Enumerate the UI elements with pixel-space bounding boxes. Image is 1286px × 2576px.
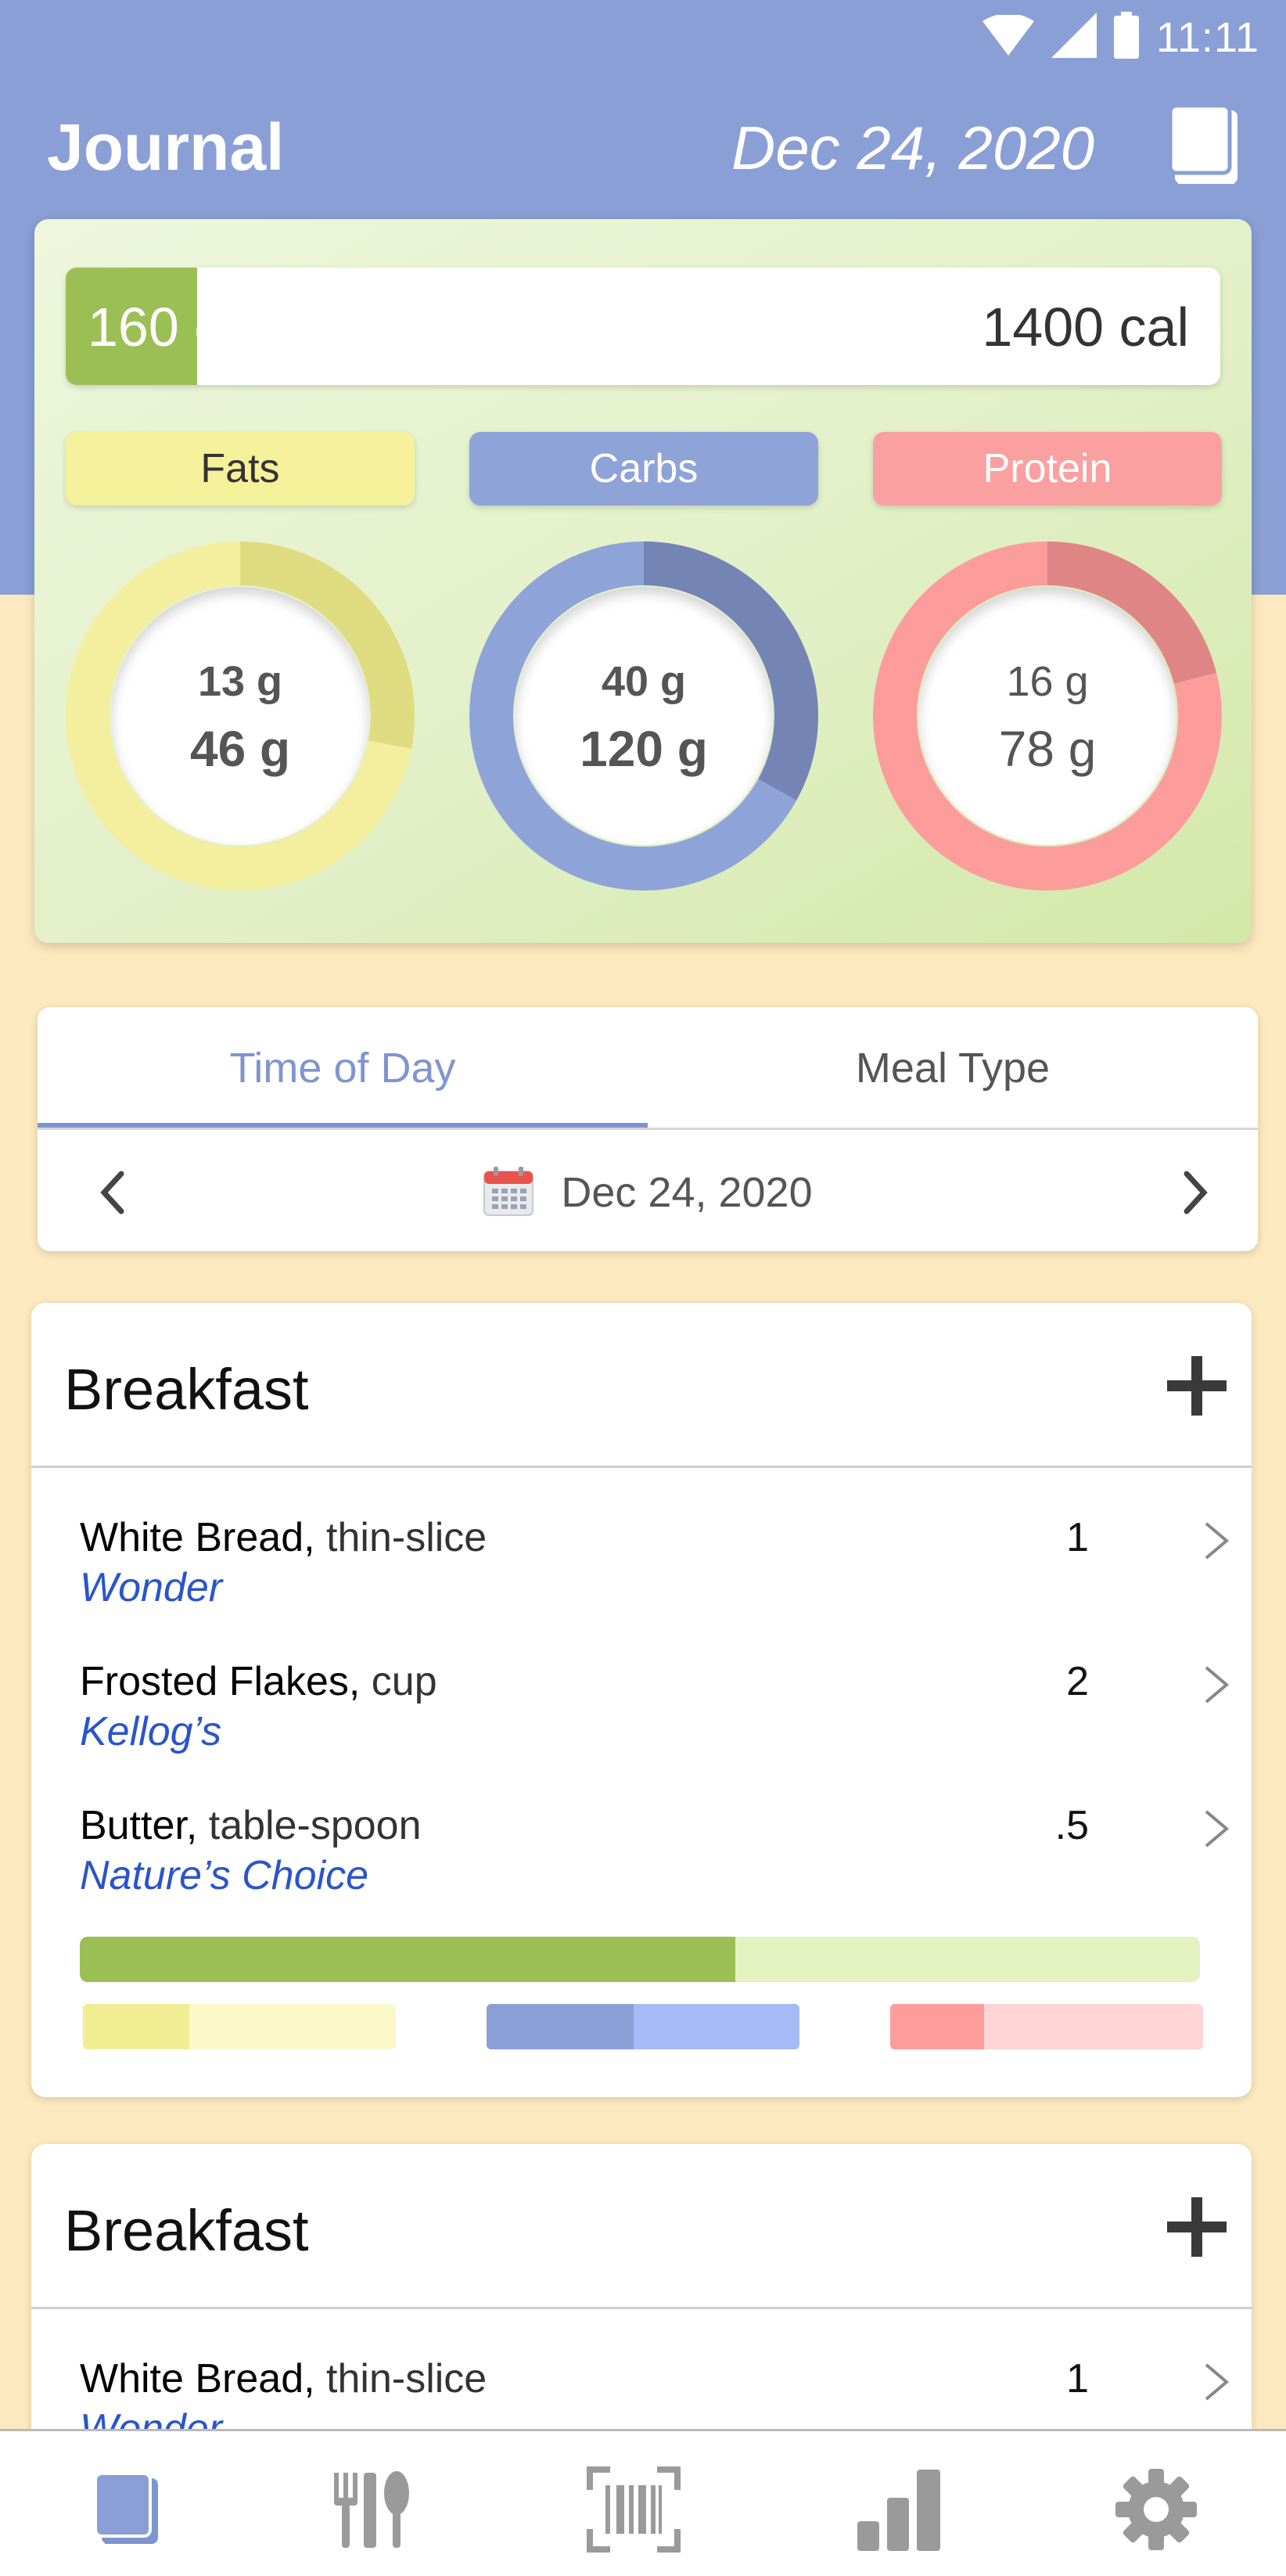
food-brand: Kellog’s xyxy=(80,1709,222,1754)
utensils-icon xyxy=(334,2471,409,2548)
ring-center xyxy=(111,587,369,845)
date-navigator: Dec 24, 2020 xyxy=(38,1149,1258,1236)
plus-icon xyxy=(1167,2197,1227,2257)
protein-goal: 78 g xyxy=(998,721,1097,777)
fats-ring: 13 g 46 g xyxy=(66,541,415,890)
food-brand: Wonder xyxy=(80,1565,223,1610)
chevron-right-icon[interactable] xyxy=(1202,2360,1233,2404)
meal-calorie-bar xyxy=(80,1937,1200,1982)
meal-fats-bar xyxy=(83,2004,396,2049)
selected-date[interactable]: Dec 24, 2020 xyxy=(561,1168,812,1217)
fats-goal: 46 g xyxy=(189,721,291,777)
food-name: White Bread, xyxy=(80,1515,315,1560)
calendar-icon[interactable] xyxy=(483,1165,534,1221)
nav-barcode[interactable] xyxy=(579,2463,688,2556)
meal-calorie-fill xyxy=(80,1937,735,1982)
food-unit: table-spoon xyxy=(208,1803,422,1848)
view-tabs-card: Time of Day Meal Type Dec 24, 2020 xyxy=(38,1007,1258,1251)
food-brand: Nature’s Choice xyxy=(80,1853,369,1898)
ring-center xyxy=(918,587,1176,845)
status-bar: 11:11 xyxy=(0,0,1286,74)
chevron-right-icon[interactable] xyxy=(1202,1519,1233,1563)
meal-carbs-bar xyxy=(487,2004,799,2049)
chevron-left-icon[interactable] xyxy=(69,1149,155,1236)
food-quantity: 2 xyxy=(1066,1659,1089,1704)
add-food-button[interactable] xyxy=(1158,1347,1236,1425)
food-unit: cup xyxy=(371,1659,437,1704)
food-quantity: 1 xyxy=(1066,1515,1089,1560)
meal-protein-bar xyxy=(890,2004,1203,2049)
nav-stats[interactable] xyxy=(845,2463,954,2556)
food-name-line: White Bread, thin-slice xyxy=(80,1514,487,1561)
battery-icon xyxy=(1113,12,1139,63)
calories-consumed: 160 cal xyxy=(88,297,264,358)
plus-icon xyxy=(1167,1356,1227,1416)
barcode-scan-icon xyxy=(587,2466,681,2553)
carbs-consumed: 40 g xyxy=(601,658,687,705)
app-header: Journal Dec 24, 2020 xyxy=(0,102,1286,203)
bar-chart-icon xyxy=(857,2470,940,2551)
meal-card: Breakfast White Bread, thin-slice Wonder… xyxy=(31,1303,1252,2097)
calorie-progress-bar: 160 cal 1400 cal xyxy=(66,268,1220,385)
meal-title: Breakfast xyxy=(64,1357,309,1422)
food-quantity: .5 xyxy=(1054,1803,1089,1848)
food-name: White Bread, xyxy=(80,2356,315,2402)
book-icon[interactable] xyxy=(1168,103,1242,187)
chevron-right-icon[interactable] xyxy=(1202,1663,1233,1707)
signal-icon xyxy=(1051,13,1097,62)
food-name-line: Frosted Flakes, cup xyxy=(80,1658,437,1705)
tab-time-of-day[interactable]: Time of Day xyxy=(38,1007,648,1129)
nav-journal[interactable] xyxy=(72,2463,181,2556)
meal-divider xyxy=(31,1466,1252,1468)
fats-consumed: 13 g xyxy=(197,658,283,705)
tab-meal-type[interactable]: Meal Type xyxy=(648,1007,1258,1129)
food-quantity: 1 xyxy=(1066,2356,1089,2402)
add-food-button[interactable] xyxy=(1158,2188,1236,2266)
nav-settings[interactable] xyxy=(1101,2463,1211,2556)
ring-center xyxy=(515,587,773,845)
meal-card: Breakfast White Bread, thin-slice Wonder… xyxy=(31,2144,1252,2473)
food-name-line: White Bread, thin-slice xyxy=(80,2355,487,2402)
wifi-icon xyxy=(982,13,1034,59)
chevron-right-icon[interactable] xyxy=(1153,1149,1239,1236)
food-name: Butter, xyxy=(80,1803,198,1848)
tab-divider xyxy=(38,1128,1258,1130)
food-name: Frosted Flakes, xyxy=(80,1659,361,1704)
food-item[interactable]: White Bread, thin-slice Wonder 1 xyxy=(31,1514,1252,1639)
food-unit: thin-slice xyxy=(326,1515,487,1560)
food-unit: thin-slice xyxy=(326,2356,487,2402)
macro-label-protein: Protein xyxy=(873,432,1222,505)
protein-consumed: 16 g xyxy=(1006,658,1089,705)
calories-goal: 1400 cal xyxy=(982,297,1189,358)
meal-carbs-fill xyxy=(487,2004,634,2049)
food-name-line: Butter, table-spoon xyxy=(80,1802,422,1849)
meal-title: Breakfast xyxy=(64,2198,309,2263)
carbs-goal: 120 g xyxy=(580,721,708,777)
gear-icon xyxy=(1115,2469,1197,2550)
meal-divider xyxy=(31,2307,1252,2309)
status-time: 11:11 xyxy=(1155,13,1259,61)
page-title: Journal xyxy=(47,110,285,184)
meal-protein-fill xyxy=(890,2004,984,2049)
nav-foods[interactable] xyxy=(316,2463,426,2556)
daily-summary-card: 160 cal 1400 cal Fats Carbs Protein 13 g… xyxy=(34,219,1252,943)
carbs-ring: 40 g 120 g xyxy=(469,541,818,890)
macro-label-fats: Fats xyxy=(66,432,415,505)
header-date[interactable]: Dec 24, 2020 xyxy=(731,113,1094,184)
meal-fats-fill xyxy=(83,2004,189,2049)
protein-ring: 16 g 78 g xyxy=(873,541,1222,890)
macro-label-carbs: Carbs xyxy=(469,432,818,505)
bottom-navigation xyxy=(0,2429,1286,2576)
chevron-right-icon[interactable] xyxy=(1202,1807,1233,1851)
food-item[interactable]: Frosted Flakes, cup Kellog’s 2 xyxy=(31,1658,1252,1783)
food-item[interactable]: Butter, table-spoon Nature’s Choice .5 xyxy=(31,1802,1252,1927)
book-icon xyxy=(94,2472,158,2544)
